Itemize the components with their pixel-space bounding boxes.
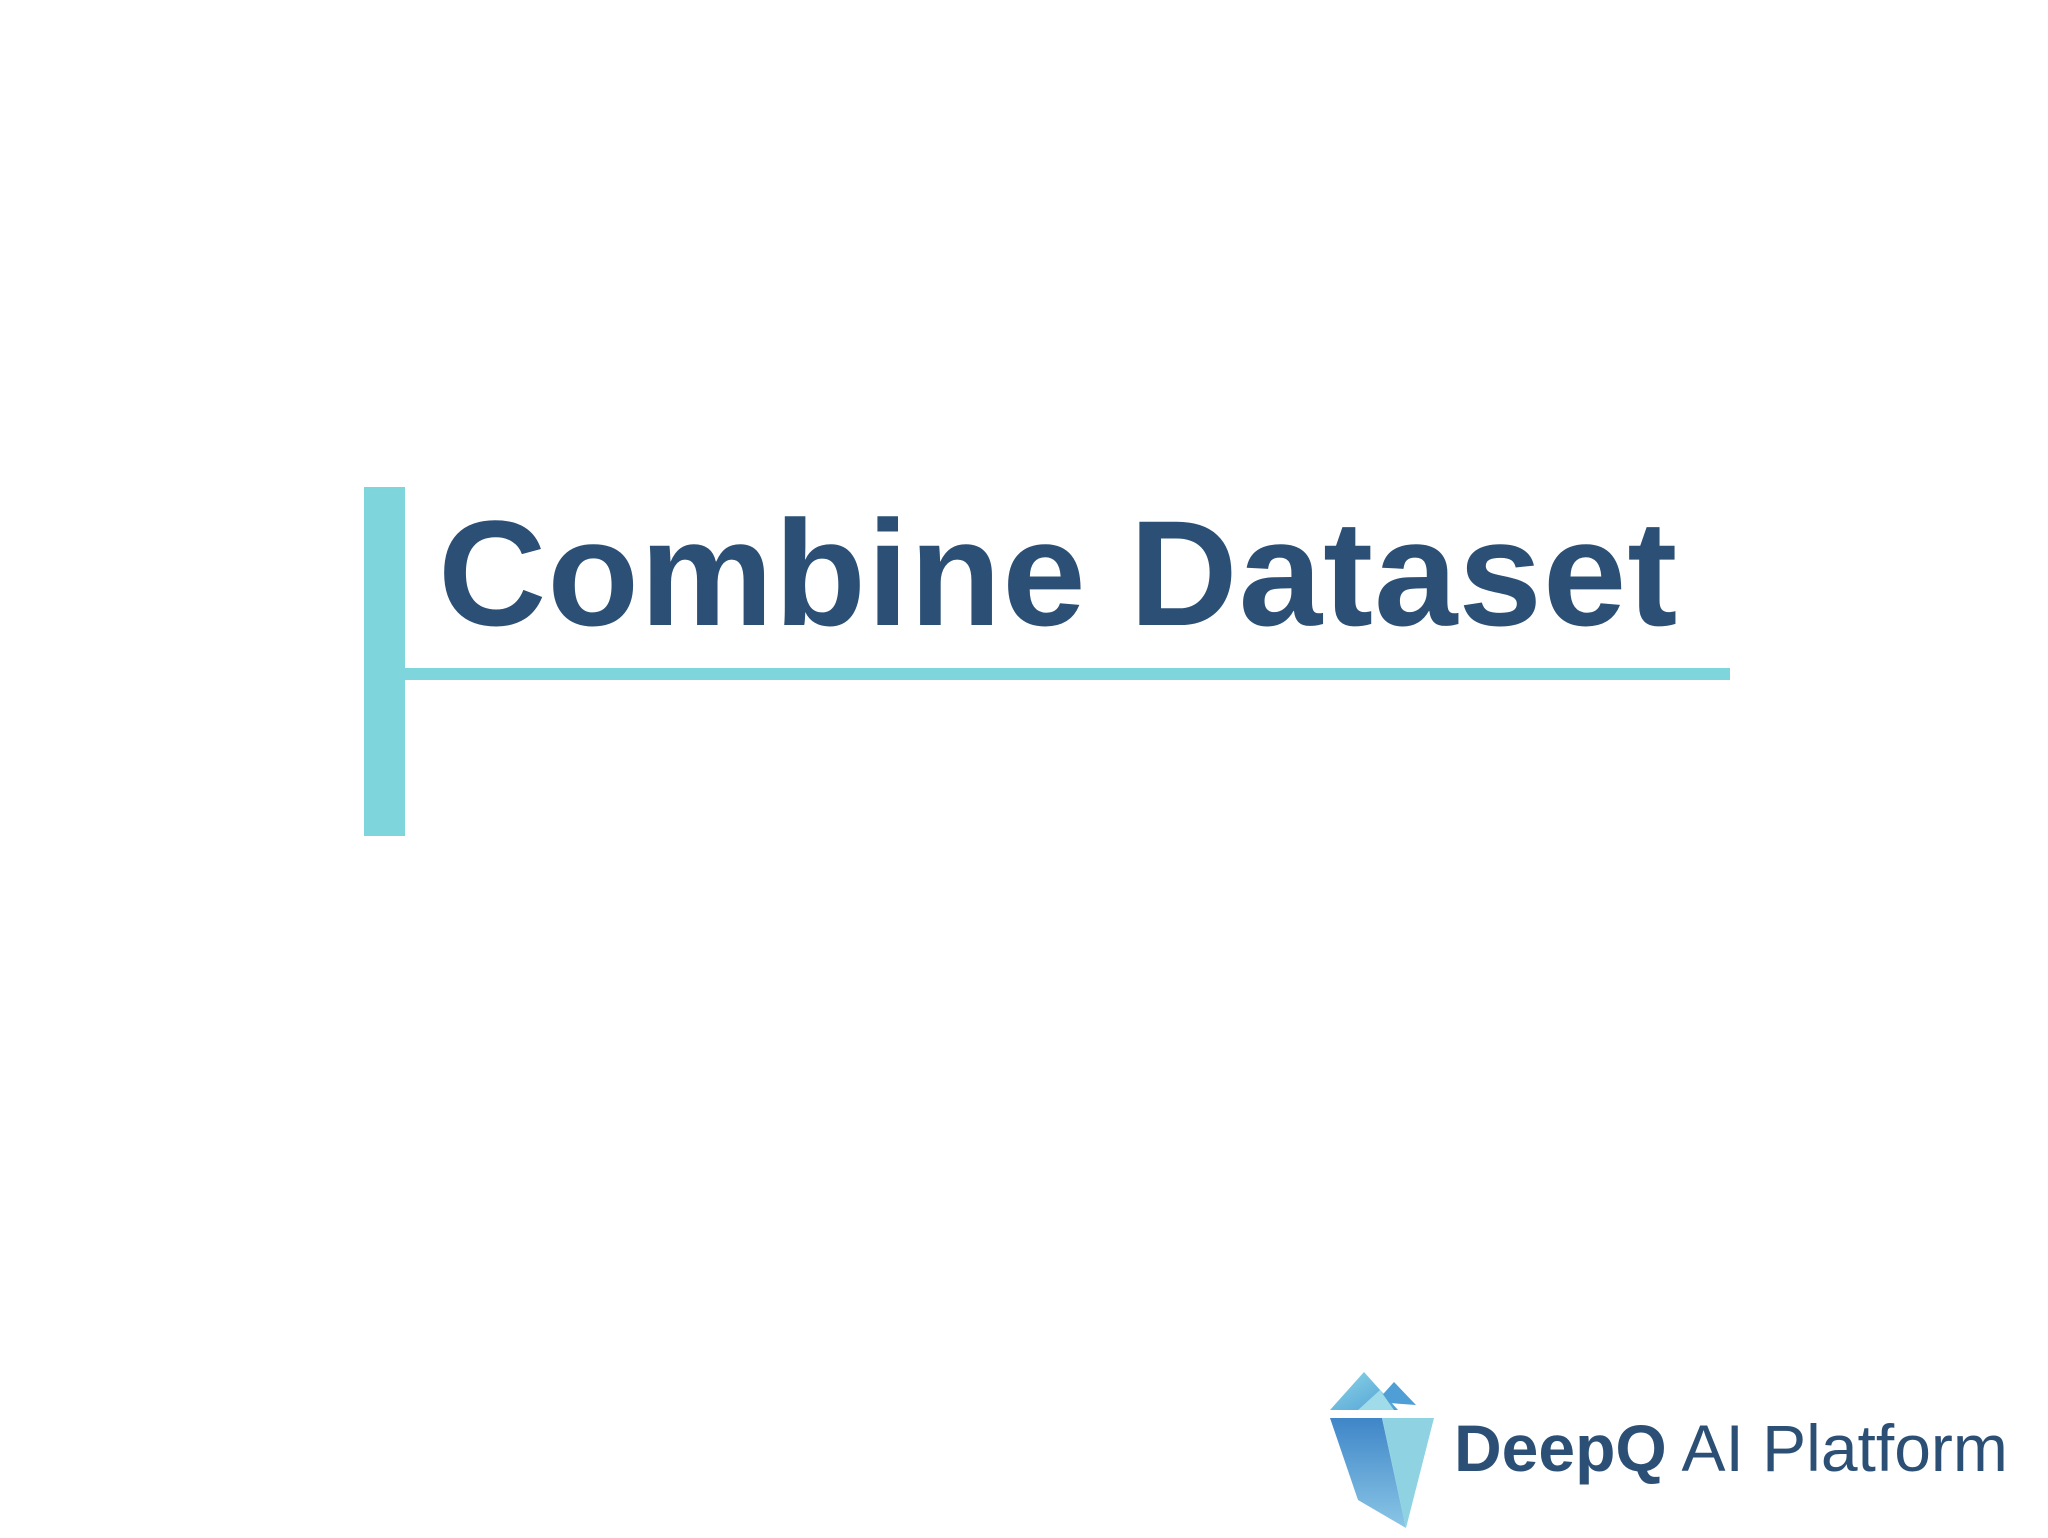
brand-name-bold: DeepQ bbox=[1454, 1411, 1667, 1485]
slide-canvas: Combine Dataset DeepQ AI Platform bbox=[0, 0, 2048, 1538]
slide-title: Combine Dataset bbox=[438, 489, 1679, 657]
brand-name: DeepQ AI Platform bbox=[1454, 1408, 2008, 1488]
brand-footer: DeepQ AI Platform bbox=[1328, 1360, 2028, 1530]
title-underline-rule bbox=[405, 668, 1730, 680]
iceberg-logo-icon bbox=[1330, 1372, 1434, 1528]
brand-name-regular: AI Platform bbox=[1681, 1411, 2008, 1485]
title-accent-bar bbox=[364, 487, 405, 836]
